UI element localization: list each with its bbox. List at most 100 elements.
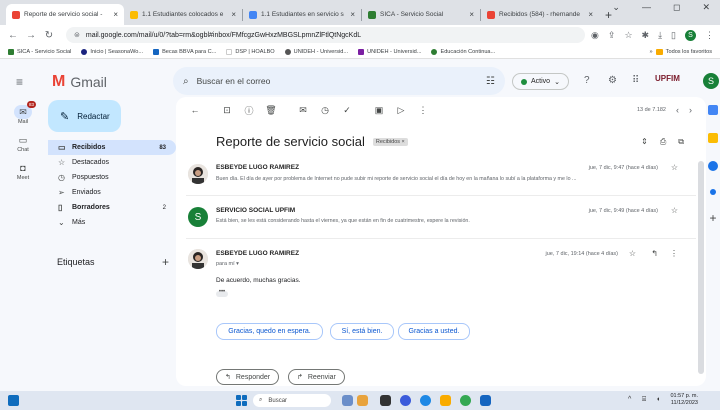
smart-reply-button[interactable]: Gracias a usted. — [398, 323, 470, 340]
org-logo[interactable]: UPFIM — [655, 74, 680, 83]
folder-more[interactable]: ⌄ Más — [48, 215, 176, 230]
bookmark[interactable]: Inicio | SeasonaWo... — [81, 48, 143, 55]
browser-tab[interactable]: SICA - Servicio Social × — [362, 4, 480, 25]
close-tab-icon[interactable]: × — [469, 10, 474, 19]
search-options-icon[interactable]: ☷ — [486, 76, 495, 87]
mark-unread-icon[interactable]: ✉ — [296, 105, 310, 116]
file-explorer-icon[interactable] — [440, 395, 451, 406]
close-window-icon[interactable]: ✕ — [702, 2, 710, 13]
reload-icon[interactable]: ↻ — [42, 30, 56, 41]
bookmark-star-icon[interactable]: ☆ — [624, 30, 632, 41]
minimize-icon[interactable]: — — [642, 2, 651, 13]
open-new-window-icon[interactable]: ⧉ — [678, 137, 684, 147]
delete-icon[interactable]: 🗑 — [264, 105, 278, 116]
clock[interactable]: 01:57 p. m. 11/12/2023 — [670, 393, 698, 407]
maximize-icon[interactable]: ◻ — [673, 2, 680, 13]
smart-reply-button[interactable]: Sí, está bien. — [330, 323, 394, 340]
archive-icon[interactable]: ⊡ — [220, 105, 234, 116]
bookmark[interactable]: DSP | HOALBO — [226, 48, 275, 55]
new-tab-button[interactable]: + — [605, 8, 612, 22]
rail-mail[interactable]: ✉ 83 Mail — [0, 101, 46, 125]
search-icon[interactable]: ⌕ — [183, 76, 189, 87]
message-collapsed[interactable]: S SERVICIO SOCIAL UPFIM jue, 7 dic, 9:49… — [176, 205, 696, 241]
bookmark[interactable]: UNIDEH - Universid... — [284, 48, 348, 55]
network-icon[interactable]: ⌸ — [642, 396, 646, 404]
apps-grid-icon[interactable]: ⠿ — [632, 75, 639, 86]
forward-icon[interactable]: → — [24, 30, 38, 41]
browser-tab[interactable]: Reporte de servicio social - × — [6, 4, 124, 25]
help-icon[interactable]: ? — [584, 75, 590, 86]
bookmark[interactable]: Becas BBVA para C... — [153, 48, 216, 55]
task-view-icon[interactable] — [380, 395, 391, 406]
more-bookmarks-icon[interactable]: » — [650, 49, 653, 55]
edge-icon[interactable] — [420, 395, 431, 406]
keep-icon[interactable] — [708, 133, 718, 143]
label-chip[interactable]: Recibidos × — [372, 137, 408, 146]
browser-tab[interactable]: 1.1 Estudiantes colocados e × — [124, 4, 242, 25]
back-to-inbox-icon[interactable]: ← — [188, 105, 202, 115]
close-tab-icon[interactable]: × — [231, 10, 236, 19]
print-icon[interactable]: ⎙ — [660, 137, 666, 147]
more-options-icon[interactable]: ⋮ — [670, 249, 678, 258]
star-icon[interactable]: ☆ — [671, 206, 678, 215]
close-tab-icon[interactable]: × — [113, 10, 118, 19]
scrollbar[interactable] — [698, 161, 704, 374]
add-addon-icon[interactable]: + — [708, 212, 718, 224]
report-spam-icon[interactable]: ⓘ — [242, 104, 256, 117]
contacts-icon[interactable] — [710, 189, 716, 195]
account-avatar[interactable]: S — [703, 73, 719, 89]
expand-all-icon[interactable]: ⇕ — [641, 137, 648, 147]
calendar-icon[interactable] — [708, 105, 718, 115]
close-tab-icon[interactable]: × — [350, 10, 355, 19]
folder-sent[interactable]: ➢ Enviados — [48, 185, 176, 200]
star-icon[interactable]: ☆ — [671, 163, 678, 172]
more-options-icon[interactable]: ⋮ — [416, 105, 430, 116]
move-to-icon[interactable]: ▣ — [372, 105, 386, 116]
rail-chat[interactable]: ▭ Chat — [0, 133, 46, 154]
widgets-app-icon[interactable] — [342, 395, 353, 406]
message-collapsed[interactable]: ESBEYDE LUGO RAMIREZ jue, 7 dic, 9:47 (h… — [176, 162, 696, 202]
volume-icon[interactable]: ◖ — [656, 396, 660, 403]
show-trimmed-content[interactable]: ••• — [216, 289, 228, 297]
word-icon[interactable] — [480, 395, 491, 406]
folder-snoozed[interactable]: ◷ Pospuestos — [48, 170, 176, 185]
bookmark[interactable]: UNIDEH - Universid... — [358, 48, 421, 55]
url-field[interactable]: ⊜ mail.google.com/mail/u/0/?tab=rm&ogbl#… — [66, 27, 586, 43]
compose-button[interactable]: ✎ Redactar — [48, 100, 121, 132]
extensions-icon[interactable]: ✱ — [642, 30, 650, 41]
forward-button[interactable]: ↱ Reenviar — [288, 369, 345, 385]
show-hidden-icons-icon[interactable]: ^ — [628, 396, 631, 403]
star-icon[interactable]: ☆ — [629, 249, 636, 258]
smart-reply-button[interactable]: Gracias, quedo en espera. — [216, 323, 323, 340]
close-tab-icon[interactable]: × — [588, 10, 593, 19]
copilot-icon[interactable] — [357, 395, 368, 406]
chrome-icon[interactable] — [460, 395, 471, 406]
folder-drafts[interactable]: ▯ Borradores 2 — [48, 200, 176, 215]
search-input[interactable]: ⌕ Buscar en el correo ☷ — [173, 67, 505, 95]
label-icon[interactable]: ▷ — [394, 105, 408, 116]
taskbar-search[interactable]: ⌕ Buscar — [253, 394, 331, 407]
bookmark[interactable]: SICA - Servicio Social — [8, 48, 71, 55]
reply-button[interactable]: ↰ Responder — [216, 369, 280, 385]
bookmark[interactable]: Educación Continua... — [431, 48, 495, 55]
location-icon[interactable]: ◉ — [591, 30, 599, 41]
menu-icon[interactable]: ⋮ — [705, 30, 714, 41]
back-icon[interactable]: ← — [6, 30, 20, 41]
settings-gear-icon[interactable]: ⚙ — [608, 75, 617, 86]
share-icon[interactable]: ⇪ — [608, 30, 616, 41]
add-label-icon[interactable]: + — [162, 255, 169, 269]
tasks-icon[interactable] — [708, 161, 718, 171]
sidebar-icon[interactable]: ▯ — [671, 30, 676, 41]
gmail-logo[interactable]: M Gmail — [52, 73, 107, 91]
rail-meet[interactable]: ◘ Meet — [0, 161, 46, 181]
tab-search-icon[interactable]: ⌄ — [612, 2, 620, 13]
newer-icon[interactable]: ‹ — [676, 105, 679, 115]
older-icon[interactable]: › — [689, 105, 692, 115]
browser-tab[interactable]: 1.1 Estudiantes en servicio s × — [243, 4, 361, 25]
profile-avatar[interactable]: S — [685, 29, 696, 41]
status-selector[interactable]: Activo ⌄ — [512, 73, 569, 90]
start-button[interactable] — [236, 395, 247, 406]
recipient-toggle[interactable]: para mí ▾ — [216, 261, 239, 267]
widgets-icon[interactable] — [8, 395, 19, 406]
download-icon[interactable]: ⤓ — [658, 30, 662, 41]
